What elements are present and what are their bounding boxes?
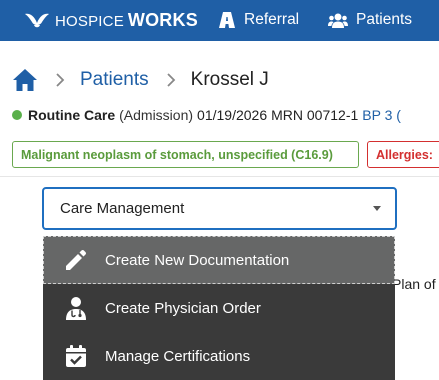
dove-logo-icon xyxy=(25,13,49,27)
chevron-right-icon xyxy=(56,73,65,87)
status-dot-icon xyxy=(12,110,22,120)
menu-item-create-physician-order[interactable]: Create Physician Order xyxy=(43,284,395,332)
nav-patients[interactable]: Patients xyxy=(328,11,412,29)
home-icon[interactable] xyxy=(12,68,38,92)
brand-name-bold: WORKS xyxy=(127,10,198,30)
mrn-number: MRN 00712-1 xyxy=(271,107,359,123)
breadcrumb-patients-link[interactable]: Patients xyxy=(80,69,149,91)
menu-item-label: Manage Certifications xyxy=(105,347,251,365)
select-value: Care Management xyxy=(60,200,185,217)
brand[interactable]: HOSPICE WORKS xyxy=(24,10,198,31)
patient-status-line: Routine Care (Admission) 01/19/2026 MRN … xyxy=(12,107,401,123)
menu-item-create-new-documentation[interactable]: Create New Documentation xyxy=(43,236,395,284)
admission-date: 01/19/2026 xyxy=(197,107,268,123)
diagnosis-badge: Malignant neoplasm of stomach, unspecifi… xyxy=(12,141,359,168)
benefit-period-link[interactable]: BP 3 ( xyxy=(362,107,401,123)
brand-name: HOSPICE WORKS xyxy=(55,10,198,31)
menu-item-label: Create New Documentation xyxy=(105,251,290,269)
allergies-badge[interactable]: Allergies: xyxy=(367,141,439,168)
breadcrumb-current-patient: Krossel J xyxy=(190,69,269,90)
care-management-select[interactable]: Care Management xyxy=(42,187,397,230)
care-management-menu: Create New Documentation Create Physicia… xyxy=(43,236,395,380)
section-divider xyxy=(0,176,439,177)
caret-down-icon xyxy=(373,206,381,211)
plan-of-care-text: Plan of xyxy=(392,276,436,292)
calendar-check-icon xyxy=(66,345,86,367)
top-navbar: HOSPICE WORKS Referral Patients xyxy=(0,0,439,41)
brand-name-light: HOSPICE xyxy=(55,13,124,30)
chevron-right-icon xyxy=(167,73,175,87)
care-level: Routine Care xyxy=(28,107,116,123)
road-icon xyxy=(219,12,235,28)
pencil-icon xyxy=(66,249,87,270)
menu-item-label: Create Physician Order xyxy=(105,299,261,317)
nav-referral-label: Referral xyxy=(244,11,300,28)
admission-label: (Admission) xyxy=(119,107,194,123)
breadcrumb: Patients Krossel J xyxy=(12,66,269,94)
nav-referral[interactable]: Referral xyxy=(218,11,299,29)
menu-item-manage-certifications[interactable]: Manage Certifications xyxy=(43,332,395,380)
nav-patients-label: Patients xyxy=(356,11,413,28)
users-icon xyxy=(328,13,348,28)
physician-icon xyxy=(66,297,86,320)
